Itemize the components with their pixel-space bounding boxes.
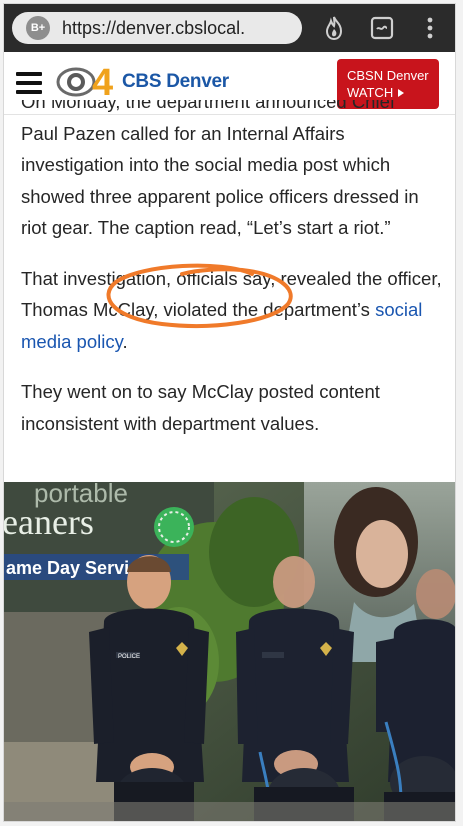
watch-button-channel: CBSN Denver [347, 68, 429, 83]
watch-button-label: WATCH [347, 85, 394, 100]
menu-icon[interactable] [16, 72, 42, 94]
flame-icon[interactable] [319, 13, 349, 43]
officers-photo-illustration: portable eaners ame Day Service POLICE [4, 482, 455, 821]
logo-number: 4 [92, 62, 113, 102]
cbs-denver-logo[interactable]: 4 CBS Denver [56, 62, 229, 102]
article-paragraph-2: That investigation, officials say, revea… [21, 267, 442, 352]
tab-switcher-icon[interactable] [367, 13, 397, 43]
article-paragraph-3: They went on to say McClay posted conten… [21, 381, 380, 434]
cut-off-line: On Monday, the department announced Chie… [21, 100, 396, 112]
patch-text: POLICE [118, 654, 140, 660]
article-paragraph-1: Paul Pazen called for an Internal Affair… [21, 122, 419, 239]
address-bar[interactable]: B+ https://denver.cbslocal. [12, 12, 302, 44]
logo-text: CBS Denver [122, 71, 229, 92]
url-text[interactable]: https://denver.cbslocal. [62, 18, 245, 39]
overflow-menu-icon[interactable] [415, 13, 445, 43]
article-photo[interactable]: portable eaners ame Day Service POLICE [4, 482, 455, 821]
play-arrow-icon [398, 88, 405, 97]
cbs-eye-logo-icon: 4 [56, 62, 113, 102]
site-badge-icon: B+ [26, 16, 50, 40]
screenshot-frame: B+ https://denver.cbslocal. 4 CBS Denver… [3, 3, 456, 822]
sign-text-bottom: ame Day Service [6, 558, 149, 578]
browser-toolbar: B+ https://denver.cbslocal. [4, 4, 455, 52]
article-body: On Monday, the department announced Chie… [4, 100, 455, 482]
sign-text-mid: eaners [4, 502, 94, 542]
